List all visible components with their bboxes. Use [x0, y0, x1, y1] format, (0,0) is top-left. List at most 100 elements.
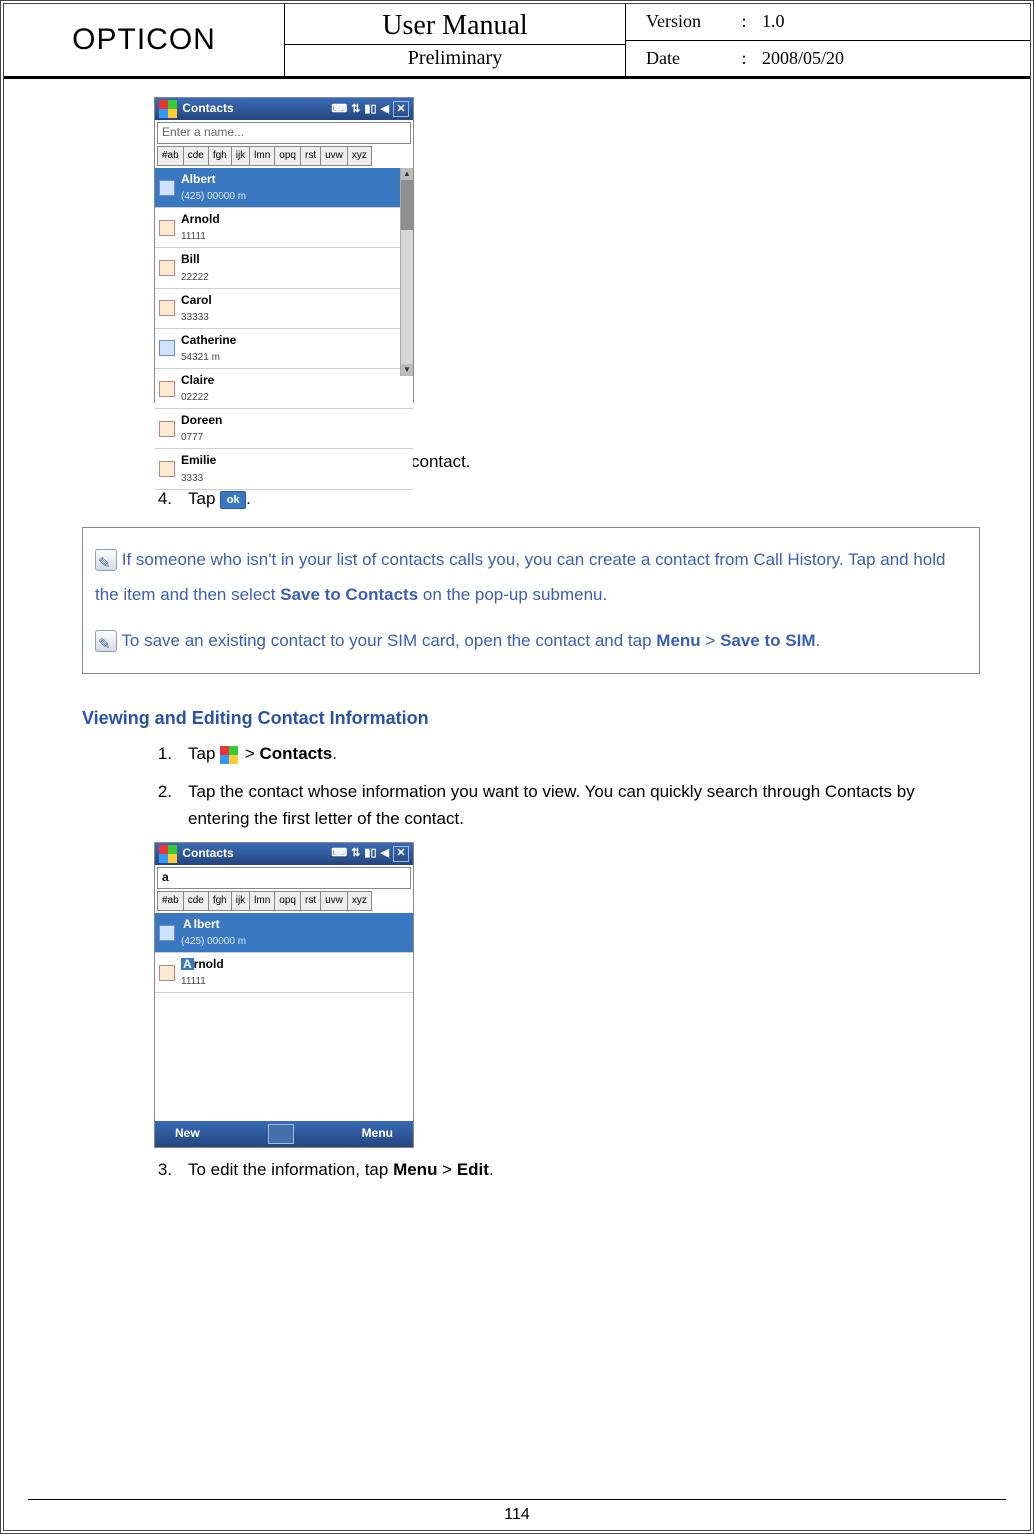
alpha-tab[interactable]: #ab	[157, 891, 183, 911]
date-value: 2008/05/20	[762, 48, 844, 69]
contact-name: Catherine	[181, 333, 236, 347]
contact-row[interactable]: Albert (425) 00000 m	[155, 913, 413, 953]
sim-contact-icon	[159, 260, 175, 276]
contact-row[interactable]: Carol33333	[155, 289, 413, 329]
contact-row[interactable]: Catherine 54321 m	[155, 329, 413, 369]
alpha-tabs[interactable]: #abcdefghijklmnopqrstuvwxyz	[157, 146, 411, 166]
search-value: a	[162, 868, 169, 887]
footer-rule	[28, 1499, 1006, 1500]
contact-number: 54321 m	[181, 350, 236, 366]
close-icon[interactable]: ✕	[393, 101, 409, 117]
doc-subtitle: Preliminary	[285, 45, 625, 72]
alpha-tab[interactable]: opq	[274, 891, 300, 911]
contact-number: 11111	[181, 974, 224, 990]
status-icons: ⌨ ⇅ ▮▯ ◀ ✕	[331, 101, 409, 117]
contact-name: Bill	[181, 252, 200, 266]
status-icons: ⌨ ⇅ ▮▯ ◀ ✕	[331, 846, 409, 862]
step-2-3: To edit the information, tap Menu > Edit…	[188, 1156, 980, 1183]
alpha-tab[interactable]: xyz	[347, 891, 372, 911]
search-input[interactable]: Enter a name...	[157, 122, 411, 144]
start-icon[interactable]	[220, 746, 240, 764]
alpha-tab[interactable]: ijk	[231, 891, 249, 911]
keyboard-icon[interactable]: ⌨	[331, 104, 347, 115]
contact-card-icon	[159, 925, 175, 941]
alpha-tab[interactable]: fgh	[208, 891, 231, 911]
close-icon[interactable]: ✕	[393, 846, 409, 862]
search-input[interactable]: a	[157, 867, 411, 889]
volume-icon[interactable]: ◀	[381, 848, 389, 859]
contact-row[interactable]: Arnold11111	[155, 208, 413, 248]
alpha-tab[interactable]: opq	[274, 146, 300, 166]
contact-name: Arnold	[181, 957, 224, 971]
contact-row[interactable]: Arnold 11111	[155, 953, 413, 993]
contact-card-icon	[159, 180, 175, 196]
contact-number: 0777	[181, 430, 222, 446]
alpha-tabs[interactable]: #abcdefghijklmnopqrstuvwxyz	[157, 891, 411, 911]
new-button[interactable]: New	[175, 1124, 200, 1143]
search-placeholder: Enter a name...	[162, 123, 244, 142]
alpha-tab[interactable]: rst	[300, 146, 320, 166]
alpha-tab[interactable]: xyz	[347, 146, 372, 166]
start-icon[interactable]	[159, 100, 179, 118]
phone-title: Contacts	[182, 846, 233, 860]
tip-2: To save an existing contact to your SIM …	[95, 623, 961, 659]
step-2-2: Tap the contact whose information you wa…	[188, 778, 980, 832]
sim-contact-icon	[159, 300, 175, 316]
contact-list[interactable]: Albert (425) 00000 m Arnold 11111	[155, 913, 413, 1121]
contact-name: Carol	[181, 293, 212, 307]
tip-box: If someone who isn't in your list of con…	[82, 527, 980, 674]
doc-meta: Version : 1.0 Date : 2008/05/20	[626, 4, 1030, 76]
alpha-tab[interactable]: uvw	[320, 146, 347, 166]
scrollbar[interactable]: ▲ ▼	[400, 168, 413, 376]
contact-row[interactable]: Bill22222	[155, 248, 413, 288]
keyboard-button-icon[interactable]	[268, 1124, 294, 1144]
contact-number: (425) 00000 m	[181, 934, 246, 950]
screenshot-contacts-filtered: Contacts ⌨ ⇅ ▮▯ ◀ ✕ a #abcdefghijklmnopq…	[154, 842, 414, 1148]
contact-list[interactable]: Albert(425) 00000 mArnold11111Bill22222C…	[155, 168, 413, 376]
version-label: Version	[646, 11, 726, 32]
scroll-thumb[interactable]	[401, 180, 413, 230]
contact-row[interactable]: Doreen 0777	[155, 409, 413, 449]
scroll-down-icon[interactable]: ▼	[401, 364, 413, 376]
note-icon	[95, 630, 117, 652]
contact-name: Emilie	[181, 453, 216, 467]
alpha-tab[interactable]: cde	[183, 891, 208, 911]
keyboard-icon[interactable]: ⌨	[331, 848, 347, 859]
alpha-tab[interactable]: uvw	[320, 891, 347, 911]
signal-icon: ▮▯	[364, 848, 376, 859]
brand: OPTICON	[4, 4, 285, 76]
phone-titlebar: Contacts ⌨ ⇅ ▮▯ ◀ ✕	[155, 98, 413, 120]
sim-contact-icon	[159, 461, 175, 477]
contact-row[interactable]: Albert(425) 00000 m	[155, 168, 413, 208]
page: OPTICON User Manual Preliminary Version …	[0, 0, 1034, 1534]
volume-icon[interactable]: ◀	[381, 104, 389, 115]
alpha-tab[interactable]: ijk	[231, 146, 249, 166]
sync-icon[interactable]: ⇅	[351, 848, 360, 859]
sync-icon[interactable]: ⇅	[351, 104, 360, 115]
alpha-tab[interactable]: cde	[183, 146, 208, 166]
contact-name: Albert	[181, 917, 220, 931]
alpha-tab[interactable]: rst	[300, 891, 320, 911]
steps-block-2: 1. Tap > Contacts. 2. Tap the contact wh…	[82, 740, 980, 832]
contact-row[interactable]: Emilie 3333	[155, 449, 413, 489]
version-value: 1.0	[762, 11, 785, 32]
contact-row[interactable]: Claire02222	[155, 369, 413, 409]
alpha-tab[interactable]: #ab	[157, 146, 183, 166]
ok-button-icon[interactable]: ok	[220, 491, 246, 509]
alpha-tab[interactable]: lmn	[249, 146, 274, 166]
tip-1: If someone who isn't in your list of con…	[95, 542, 961, 613]
contact-name: Doreen	[181, 413, 222, 427]
contact-number: 3333	[181, 471, 216, 487]
page-body: Contacts ⌨ ⇅ ▮▯ ◀ ✕ Enter a name... #abc…	[4, 79, 1030, 1183]
signal-icon: ▮▯	[364, 104, 376, 115]
start-icon[interactable]	[159, 845, 179, 863]
menu-button[interactable]: Menu	[362, 1124, 393, 1143]
scroll-up-icon[interactable]: ▲	[401, 168, 413, 180]
alpha-tab[interactable]: lmn	[249, 891, 274, 911]
contact-name: Claire	[181, 373, 214, 387]
document-header: OPTICON User Manual Preliminary Version …	[4, 4, 1030, 79]
contact-number: (425) 00000 m	[181, 189, 246, 205]
phone-softkeys: New Menu	[155, 1121, 413, 1147]
page-number: 114	[4, 1506, 1030, 1524]
alpha-tab[interactable]: fgh	[208, 146, 231, 166]
